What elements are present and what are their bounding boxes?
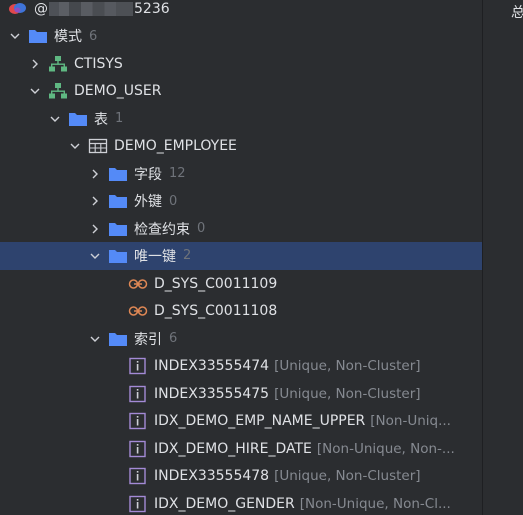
tree-row-index-4[interactable]: IDX_DEMO_HIRE_DATE [Non-Unique, Non-... [0,435,482,463]
tree-label-index-6: IDX_DEMO_GENDER [154,495,295,512]
tree-label-ctisys: CTISYS [74,55,123,72]
connection-suffix: 5236 [134,0,170,17]
tree-label-index-2: INDEX33555475 [154,385,270,402]
chevron-right-icon[interactable] [28,57,42,71]
tree-label-index-4: IDX_DEMO_HIRE_DATE [154,440,312,457]
index-icon [128,440,148,458]
tree-row-foreign-keys[interactable]: 外键 0 [0,188,482,216]
chevron-down-icon[interactable] [8,29,22,43]
tree-label-fields: 字段 [134,166,162,183]
tree-label-tables: 表 [94,111,108,128]
chevron-down-icon[interactable] [88,249,102,263]
folder-icon [108,165,128,183]
tree-label-unique-key-2: D_SYS_C0011108 [154,303,278,320]
tree-row-index-3[interactable]: IDX_DEMO_EMP_NAME_UPPER [Non-Uniq... [0,408,482,436]
tree-row-tables[interactable]: 表 1 [0,105,482,133]
tree-detail-index-1: [Unique, Non-Cluster] [274,358,421,375]
index-icon [128,412,148,430]
tree-count-unique-keys: 2 [183,248,192,264]
tree-row-ctisys[interactable]: CTISYS [0,50,482,78]
chevron-right-icon[interactable] [88,194,102,208]
chevron-down-icon[interactable] [68,139,82,153]
tree-label-demo-user: DEMO_USER [74,83,162,100]
tree-row-schemas[interactable]: 模式 6 [0,23,482,51]
right-panel: 总 [483,0,523,515]
tree-row-indexes[interactable]: 索引 6 [0,325,482,353]
masked-host [49,1,133,16]
tree-count-tables: 1 [115,111,124,127]
chevron-down-icon[interactable] [28,84,42,98]
tree-row-index-6[interactable]: IDX_DEMO_GENDER [Non-Unique, Non-Cl... [0,490,482,515]
schema-icon [48,82,68,100]
folder-icon [108,330,128,348]
index-icon [128,357,148,375]
tree-detail-index-3: [Non-Uniq... [370,413,451,430]
tree-count-schemas: 6 [89,28,98,44]
tree-count-indexes: 6 [169,331,178,347]
tree-row-fields[interactable]: 字段 12 [0,160,482,188]
index-icon [128,385,148,403]
tree-label-foreign-keys: 外键 [134,194,162,211]
folder-icon [108,192,128,210]
table-icon [88,137,108,155]
tree-row-index-1[interactable]: INDEX33555474 [Unique, Non-Cluster] [0,353,482,381]
tree-detail-index-6: [Non-Unique, Non-Cl... [299,495,451,512]
tree-label-index-5: INDEX33555478 [154,468,270,485]
tree-row-unique-key-2[interactable]: D_SYS_C0011108 [0,298,482,326]
tree-label-unique-key-1: D_SYS_C0011109 [154,275,278,292]
tree-detail-index-4: [Non-Unique, Non-... [316,440,455,457]
tree-label-demo-employee: DEMO_EMPLOYEE [114,138,237,155]
chevron-right-icon[interactable] [88,222,102,236]
folder-icon [28,27,48,45]
tree-detail-index-2: [Unique, Non-Cluster] [274,385,421,402]
tree-row-connection[interactable]: @ 5236 [0,0,482,23]
chevron-right-icon[interactable] [88,167,102,181]
tree-label-index-1: INDEX33555474 [154,358,270,375]
tree-count-check-constraints: 0 [197,221,206,237]
index-icon [128,467,148,485]
tree-label-unique-keys: 唯一键 [134,248,176,265]
tree-row-unique-keys[interactable]: 唯一键 2 [0,242,482,270]
tree-label-index-3: IDX_DEMO_EMP_NAME_UPPER [154,413,366,430]
tree-count-foreign-keys: 0 [169,193,178,209]
tree-count-fields: 12 [169,166,186,182]
tree-row-unique-key-1[interactable]: D_SYS_C0011109 [0,270,482,298]
right-panel-title: 总 [511,5,523,21]
unique-key-icon [128,302,148,320]
tree-detail-index-5: [Unique, Non-Cluster] [274,468,421,485]
schema-icon [48,55,68,73]
tree-label-indexes: 索引 [134,331,162,348]
folder-icon [108,220,128,238]
index-icon [128,495,148,513]
chevron-down-icon[interactable] [48,112,62,126]
connection-prefix: @ [34,0,48,17]
folder-icon [108,247,128,265]
tree-label-schemas: 模式 [54,29,82,46]
datasource-icon [8,0,28,18]
unique-key-icon [128,275,148,293]
tree-label-check-constraints: 检查约束 [134,221,190,238]
tree-row-check-constraints[interactable]: 检查约束 0 [0,215,482,243]
tree-row-demo-employee[interactable]: DEMO_EMPLOYEE [0,133,482,161]
tree-row-index-2[interactable]: INDEX33555475 [Unique, Non-Cluster] [0,380,482,408]
folder-icon [68,110,88,128]
tree-row-demo-user[interactable]: DEMO_USER [0,78,482,106]
tree-row-index-5[interactable]: INDEX33555478 [Unique, Non-Cluster] [0,463,482,491]
chevron-down-icon[interactable] [88,332,102,346]
database-tree-panel: @ 5236 模式 6 CTISYS DEMO_USER 表 1 DEMO_EM… [0,0,482,515]
